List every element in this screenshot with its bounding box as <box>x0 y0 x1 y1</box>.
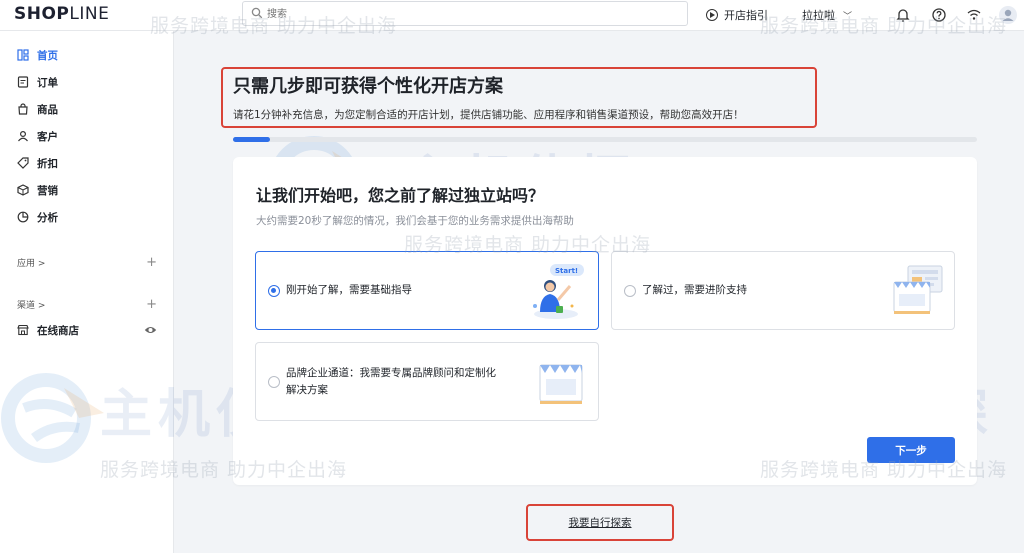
chart-icon <box>17 211 29 223</box>
advanced-illustration <box>893 265 943 314</box>
sidebar: 首页 订单 商品 客户 折扣 营销 分析 应用 > + 渠道 > + 在线商店 <box>0 31 174 553</box>
sidebar-item-products[interactable]: 商品 <box>0 97 174 121</box>
progress-fill <box>233 137 271 142</box>
option-beginner[interactable]: 刚开始了解，需要基础指导 Start! <box>255 251 599 330</box>
sidebar-item-label: 订单 <box>37 76 58 89</box>
sidebar-item-customers[interactable]: 客户 <box>0 124 174 148</box>
sidebar-item-label: 折扣 <box>37 157 58 170</box>
play-circle-icon <box>706 9 718 21</box>
option-label: 刚开始了解，需要基础指导 <box>286 284 412 296</box>
radio-unselected[interactable] <box>624 285 636 297</box>
channels-section-label: 渠道 > <box>17 301 46 311</box>
tag-icon <box>17 157 29 169</box>
option-advanced[interactable]: 了解过，需要进阶支持 <box>611 251 955 330</box>
shopline-logo[interactable]: SHOPLINE <box>14 4 109 24</box>
question-subtitle: 大约需要20秒了解您的情况，我们会基于您的业务需求提供出海帮助 <box>256 215 574 227</box>
radio-unselected[interactable] <box>268 376 280 388</box>
search-icon <box>251 7 263 19</box>
radio-selected[interactable] <box>268 285 280 297</box>
store-icon <box>17 324 29 336</box>
option-label: 了解过，需要进阶支持 <box>642 284 747 296</box>
beginner-illustration: Start! <box>533 264 584 319</box>
store-name: 拉拉啦 <box>802 9 835 22</box>
channels-section-header[interactable]: 渠道 > + <box>17 297 157 312</box>
brand-illustration <box>539 364 583 404</box>
eye-icon[interactable] <box>144 325 157 335</box>
explore-myself-link[interactable]: 我要自行探索 <box>526 504 674 541</box>
progress-bar <box>233 137 977 142</box>
sidebar-item-label: 商品 <box>37 103 58 116</box>
user-icon <box>18 130 28 142</box>
page-subtitle: 请花1分钟补充信息，为您定制合适的开店计划，提供店铺功能、应用程序和销售渠道预设… <box>233 109 744 121</box>
search-box[interactable] <box>242 1 688 26</box>
chevron-down-icon: ﹀ <box>843 11 853 22</box>
marketing-icon <box>17 184 29 196</box>
bell-icon[interactable] <box>895 7 911 23</box>
search-input[interactable] <box>267 5 667 23</box>
home-icon <box>17 49 29 61</box>
next-button[interactable]: 下一步 <box>867 437 955 463</box>
add-app-icon[interactable]: + <box>146 255 157 270</box>
option-brand[interactable]: 品牌企业通道：我需要专属品牌顾问和定制化 解决方案 <box>255 342 599 421</box>
sidebar-item-label: 客户 <box>37 130 58 143</box>
sidebar-item-discounts[interactable]: 折扣 <box>0 151 174 175</box>
sidebar-item-label: 分析 <box>37 211 58 224</box>
sidebar-item-marketing[interactable]: 营销 <box>0 178 174 202</box>
store-guide-label: 开店指引 <box>724 9 768 22</box>
sidebar-item-home[interactable]: 首页 <box>0 43 174 67</box>
sidebar-item-label: 首页 <box>37 49 58 62</box>
store-guide-button[interactable]: 开店指引 <box>706 6 768 24</box>
wifi-icon[interactable] <box>966 7 982 23</box>
apps-section-label: 应用 > <box>17 259 46 269</box>
question-card: 让我们开始吧，您之前了解过独立站吗？ 大约需要20秒了解您的情况，我们会基于您的… <box>233 157 977 485</box>
page-title: 只需几步即可获得个性化开店方案 <box>233 76 503 97</box>
sidebar-item-orders[interactable]: 订单 <box>0 70 174 94</box>
help-icon[interactable] <box>931 7 947 23</box>
apps-section-header[interactable]: 应用 > + <box>17 255 157 270</box>
start-badge: Start! <box>555 267 578 275</box>
avatar[interactable] <box>998 5 1018 25</box>
sidebar-item-label: 营销 <box>37 184 58 197</box>
question-title: 让我们开始吧，您之前了解过独立站吗？ <box>256 186 545 205</box>
online-store-label: 在线商店 <box>37 324 79 337</box>
store-switcher[interactable]: 拉拉啦 ﹀ <box>802 6 852 24</box>
top-bar: SHOPLINE 开店指引 拉拉啦 ﹀ <box>0 0 1024 31</box>
order-icon <box>17 76 29 88</box>
sidebar-item-online-store[interactable]: 在线商店 <box>17 320 157 340</box>
sidebar-item-analytics[interactable]: 分析 <box>0 205 174 229</box>
option-label: 品牌企业通道：我需要专属品牌顾问和定制化 解决方案 <box>286 367 496 396</box>
bag-icon <box>18 103 28 115</box>
add-channel-icon[interactable]: + <box>146 297 157 312</box>
